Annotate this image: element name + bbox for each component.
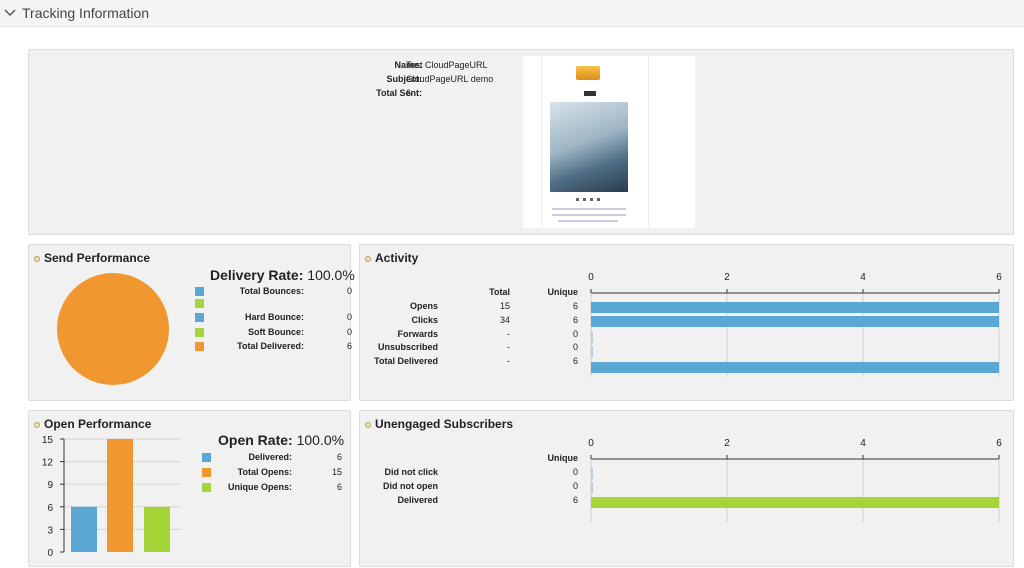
legend-swatch	[195, 299, 204, 308]
axis-tick-label: 6	[996, 438, 1002, 449]
axis-tick-label: 0	[47, 548, 53, 557]
activity-row-unique: 6	[572, 314, 578, 325]
activity-row-label: Forwards	[397, 328, 438, 339]
bar	[591, 362, 999, 373]
activity-row-unique: 6	[572, 301, 578, 311]
column-header-unique: Unique	[547, 287, 579, 297]
column-header-unique: Unique	[547, 453, 579, 463]
legend-value: 6	[336, 452, 342, 462]
axis-tick-label: 6	[996, 272, 1002, 283]
bar	[144, 506, 170, 552]
email-preview-thumbnail[interactable]	[523, 56, 695, 228]
axis-tick-label: 3	[47, 525, 53, 536]
activity-row-total: -	[507, 356, 510, 367]
legend-swatch	[195, 342, 204, 351]
legend-value: 6	[336, 482, 342, 492]
panel-title: Unengaged Subscribers	[375, 417, 514, 431]
bar	[591, 468, 593, 479]
bar	[71, 506, 97, 552]
activity-row-unique: 0	[572, 328, 578, 339]
activity-row-unique: 0	[572, 342, 578, 353]
legend-swatch	[195, 313, 204, 322]
legend-label: Hard Bounce:	[244, 312, 304, 322]
panel-title: Activity	[375, 251, 419, 265]
open-rate: Open Rate: 100.0%	[218, 432, 345, 448]
legend-swatch	[195, 287, 204, 296]
bar	[591, 332, 593, 343]
axis-tick-label: 6	[47, 503, 53, 514]
unengaged-row-unique: 6	[572, 494, 578, 505]
chevron-down-icon[interactable]	[3, 6, 17, 20]
axis-tick-label: 2	[724, 438, 730, 449]
activity-bar-chart: 0 2 4 6	[588, 272, 1002, 377]
unengaged-row-label: Did not open	[383, 480, 438, 491]
bar	[591, 302, 999, 313]
column-header-total: Total	[489, 287, 510, 297]
unengaged-bar-chart: 0 2 4 6	[588, 438, 1002, 522]
unengaged-row-unique: 0	[572, 480, 578, 491]
activity-row-unique: 6	[572, 356, 578, 367]
axis-tick-label: 2	[724, 272, 730, 283]
bar	[591, 482, 593, 493]
axis-tick-label: 12	[42, 458, 54, 469]
axis-tick-label: 9	[47, 480, 53, 491]
legend-swatch	[202, 468, 211, 477]
activity-panel: Activity Total Unique Opens 15 6 Clicks 34 6 F…	[359, 244, 1014, 401]
activity-row-total: 15	[499, 301, 510, 311]
panel-info-icon	[34, 422, 40, 428]
tracking-information-header[interactable]: Tracking Information	[0, 0, 1024, 27]
unengaged-row-label: Did not click	[384, 467, 438, 477]
legend-value: 0	[346, 312, 352, 322]
panel-info-icon	[365, 256, 371, 262]
panel-title: Send Performance	[44, 251, 151, 265]
activity-row-label: Total Delivered	[374, 356, 438, 367]
activity-row-label: Opens	[409, 301, 438, 311]
preview-logo	[576, 66, 600, 80]
summary-panel: Name: Test CloudPageURL Subject: CloudPa…	[28, 49, 1014, 235]
legend-swatch	[202, 483, 211, 492]
axis-tick-label: 15	[42, 435, 54, 446]
legend-value: 6	[346, 341, 352, 351]
legend-value: 0	[346, 327, 352, 337]
bar	[591, 316, 999, 327]
open-performance-panel: Open Performance 0 3 6 9 12 15 Open Rate: 100…	[28, 410, 351, 567]
unengaged-row-unique: 0	[572, 467, 578, 477]
activity-row-total: 34	[499, 314, 510, 325]
bar	[591, 497, 999, 508]
pie-slice-delivered	[57, 273, 169, 385]
name-value: Test CloudPageURL	[406, 60, 488, 70]
activity-row-label: Clicks	[411, 314, 438, 325]
subject-value: CloudPageURL demo	[406, 74, 494, 84]
axis-tick-label: 0	[588, 438, 594, 449]
delivery-pie-chart	[57, 273, 169, 385]
legend-swatch	[202, 453, 211, 462]
activity-row-label: Unsubscribed	[377, 342, 438, 353]
legend-label: Total Delivered:	[237, 341, 304, 351]
bar	[107, 439, 133, 552]
preview-hero-image	[550, 102, 628, 192]
legend-value: 15	[331, 467, 342, 477]
legend-swatch	[195, 328, 204, 337]
axis-tick-label: 0	[588, 272, 594, 283]
section-title: Tracking Information	[22, 5, 150, 21]
open-performance-bar-chart: 0 3 6 9 12 15	[42, 435, 181, 557]
axis-tick-label: 4	[860, 272, 866, 283]
activity-row-total: -	[507, 328, 510, 339]
panel-info-icon	[34, 256, 40, 262]
delivery-rate: Delivery Rate: 100.0%	[210, 267, 355, 283]
unengaged-row-label: Delivered	[397, 494, 438, 505]
legend-label: Unique Opens:	[227, 482, 292, 492]
legend-label: Delivered:	[248, 452, 292, 462]
bar	[591, 346, 593, 357]
send-performance-panel: Send Performance Delivery Rate: 100.0% T…	[28, 244, 355, 401]
legend-label: Total Bounces:	[239, 286, 304, 296]
panel-info-icon	[365, 422, 371, 428]
legend-label: Total Opens:	[237, 467, 292, 477]
activity-row-total: -	[507, 342, 510, 353]
legend-label: Soft Bounce:	[248, 327, 304, 337]
unengaged-subscribers-panel: Unengaged Subscribers Unique Did not cli…	[359, 410, 1014, 567]
axis-tick-label: 4	[860, 438, 866, 449]
legend-value: 0	[346, 286, 352, 296]
total-sent-value: 6	[406, 88, 412, 98]
